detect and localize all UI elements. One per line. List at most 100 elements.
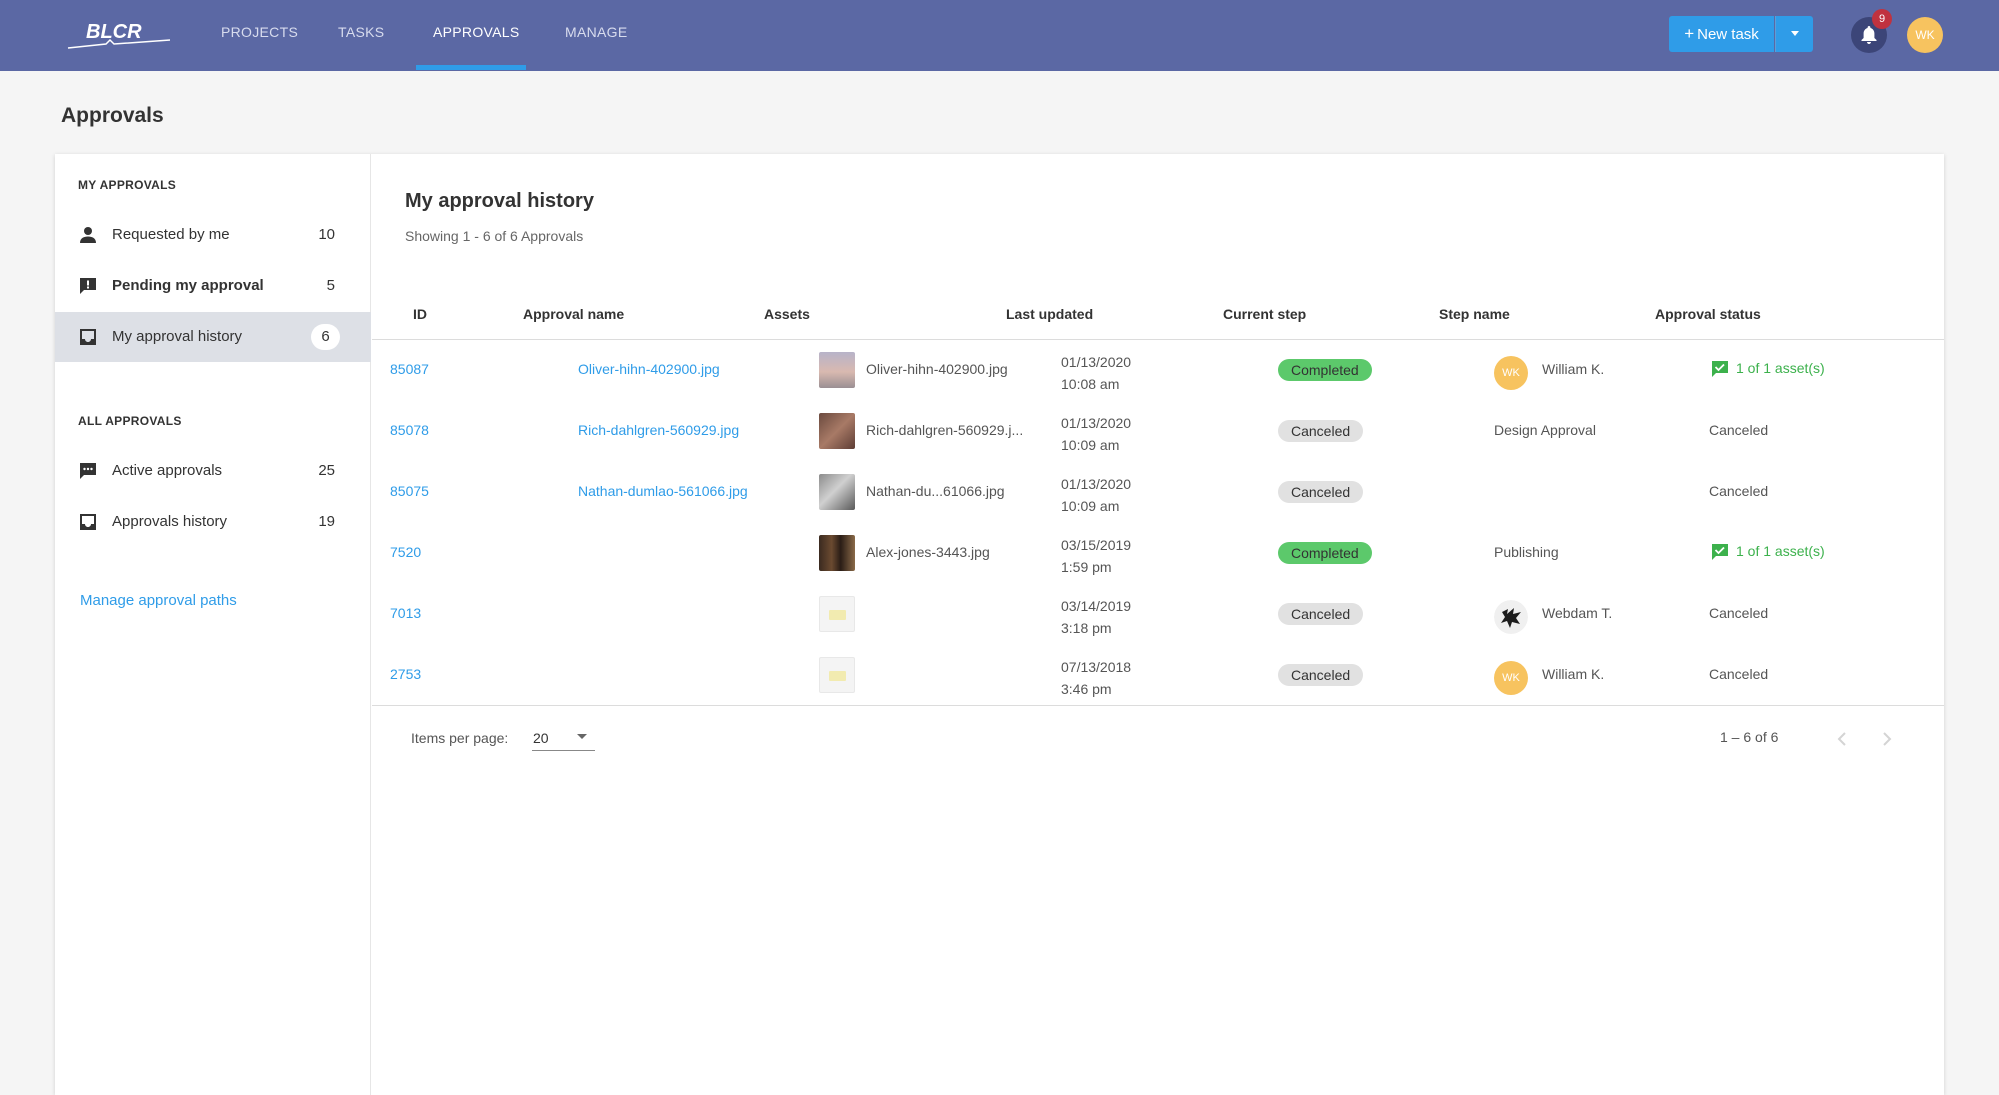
sidebar-item-label: My approval history bbox=[112, 328, 243, 345]
last-updated-date: 03/15/2019 bbox=[1061, 537, 1132, 553]
status-badge: Canceled bbox=[1278, 481, 1364, 503]
manage-approval-paths-link[interactable]: Manage approval paths bbox=[80, 592, 237, 609]
approval-name-link[interactable]: Nathan-dumlao-561066.jpg bbox=[578, 483, 748, 499]
status-badge: Canceled bbox=[1278, 420, 1364, 442]
items-per-page-value: 20 bbox=[533, 730, 549, 746]
notification-count-badge: 9 bbox=[1872, 9, 1892, 29]
brand-logo[interactable]: BLCR bbox=[66, 18, 176, 52]
sidebar-item-requested-by-me[interactable]: Requested by me 10 bbox=[55, 210, 371, 260]
svg-text:BLCR: BLCR bbox=[86, 21, 142, 43]
last-updated-time: 10:09 am bbox=[1061, 498, 1120, 514]
nav-projects[interactable]: PROJECTS bbox=[221, 0, 298, 71]
all-approvals-heading: ALL APPROVALS bbox=[78, 414, 182, 428]
last-updated-date: 03/14/2019 bbox=[1061, 598, 1132, 614]
approval-id-link[interactable]: 7520 bbox=[390, 544, 421, 560]
asset-thumbnail[interactable] bbox=[819, 474, 855, 510]
sidebar-item-approvals-history[interactable]: Approvals history 19 bbox=[55, 497, 371, 547]
sidebar-item-label: Pending my approval bbox=[112, 277, 264, 294]
approval-status[interactable]: 1 of 1 asset(s) bbox=[1736, 360, 1825, 376]
file-placeholder-icon bbox=[819, 596, 855, 632]
new-task-dropdown-button[interactable] bbox=[1775, 16, 1813, 52]
last-updated-time: 10:09 am bbox=[1061, 437, 1120, 453]
table-row[interactable]: 7520 Alex-jones-3443.jpg 03/15/2019 1:59 … bbox=[372, 527, 1944, 588]
approval-status: Canceled bbox=[1709, 605, 1769, 621]
last-updated-time: 3:46 pm bbox=[1061, 681, 1112, 697]
page-title: Approvals bbox=[61, 104, 164, 127]
approval-name-link[interactable]: Rich-dahlgren-560929.jpg bbox=[578, 422, 739, 438]
table-row[interactable]: 85075 Nathan-dumlao-561066.jpg Nathan-du… bbox=[372, 466, 1944, 527]
approval-status: Canceled bbox=[1709, 666, 1769, 682]
approved-check-icon bbox=[1712, 544, 1728, 560]
status-badge: Canceled bbox=[1278, 664, 1364, 686]
table-row[interactable]: 85087 Oliver-hihn-402900.jpg Oliver-hihn… bbox=[372, 344, 1944, 405]
asset-name: Rich-dahlgren-560929.j... bbox=[866, 422, 1024, 438]
approval-status: Canceled bbox=[1709, 422, 1769, 438]
approval-id-link[interactable]: 2753 bbox=[390, 666, 421, 682]
column-header-step-name[interactable]: Step name bbox=[1439, 306, 1510, 322]
items-per-page-label: Items per page: bbox=[411, 730, 509, 746]
approval-id-link[interactable]: 7013 bbox=[390, 605, 421, 621]
alert-message-icon bbox=[80, 278, 96, 294]
file-placeholder-icon bbox=[819, 657, 855, 693]
plus-icon: + bbox=[1684, 24, 1695, 43]
new-task-button[interactable]: + New task bbox=[1669, 16, 1774, 52]
column-header-id[interactable]: ID bbox=[413, 306, 427, 322]
status-badge: Completed bbox=[1278, 542, 1372, 564]
inbox-icon bbox=[80, 329, 96, 345]
sidebar-item-active-approvals[interactable]: Active approvals 25 bbox=[55, 446, 371, 496]
table-row[interactable]: 7013 03/14/2019 3:18 pm Canceled Webdam T… bbox=[372, 588, 1944, 649]
column-header-approval-status[interactable]: Approval status bbox=[1655, 306, 1761, 322]
approval-name-link[interactable]: Oliver-hihn-402900.jpg bbox=[578, 361, 720, 377]
sidebar-item-pending-my-approval[interactable]: Pending my approval 5 bbox=[55, 261, 371, 311]
new-task-label: New task bbox=[1697, 26, 1759, 43]
last-updated: 07/13/2018 3:46 pm bbox=[1061, 656, 1131, 700]
column-header-assets[interactable]: Assets bbox=[764, 306, 810, 322]
caret-down-icon bbox=[577, 734, 587, 739]
approvals-sidebar: MY APPROVALS Requested by me 10 Pending … bbox=[55, 154, 371, 1095]
caret-down-icon bbox=[1791, 31, 1799, 36]
approval-id-link[interactable]: 85078 bbox=[390, 422, 429, 438]
asset-thumbnail[interactable] bbox=[819, 413, 855, 449]
chevron-right-icon[interactable] bbox=[1877, 729, 1897, 749]
last-updated-date: 01/13/2020 bbox=[1061, 476, 1132, 492]
user-avatar[interactable]: WK bbox=[1907, 17, 1943, 53]
chevron-left-icon[interactable] bbox=[1832, 729, 1852, 749]
step-name: William K. bbox=[1542, 666, 1605, 682]
approval-id-link[interactable]: 85075 bbox=[390, 483, 429, 499]
person-icon bbox=[80, 227, 96, 243]
section-title: My approval history bbox=[405, 190, 594, 212]
nav-tasks[interactable]: TASKS bbox=[338, 0, 384, 71]
asset-thumbnail[interactable] bbox=[819, 535, 855, 571]
results-summary: Showing 1 - 6 of 6 Approvals bbox=[405, 228, 584, 244]
nav-manage[interactable]: MANAGE bbox=[565, 0, 627, 71]
table-header-divider bbox=[372, 339, 1944, 340]
step-name: Webdam T. bbox=[1542, 605, 1613, 621]
table-row[interactable]: 85078 Rich-dahlgren-560929.jpg Rich-dahl… bbox=[372, 405, 1944, 466]
approvals-card: MY APPROVALS Requested by me 10 Pending … bbox=[55, 154, 1944, 1095]
asset-thumbnail[interactable] bbox=[819, 352, 855, 388]
last-updated-time: 1:59 pm bbox=[1061, 559, 1112, 575]
top-navigation-bar: BLCR PROJECTS TASKS APPROVALS MANAGE + Ne… bbox=[0, 0, 1999, 71]
sidebar-item-my-approval-history[interactable]: My approval history 6 bbox=[55, 312, 371, 362]
nav-active-indicator bbox=[416, 65, 526, 70]
approval-id-link[interactable]: 85087 bbox=[390, 361, 429, 377]
approval-status[interactable]: 1 of 1 asset(s) bbox=[1736, 543, 1825, 559]
sidebar-item-count: 19 bbox=[318, 513, 335, 530]
nav-approvals[interactable]: APPROVALS bbox=[433, 0, 519, 71]
items-per-page-select[interactable]: 20 bbox=[532, 723, 595, 751]
avatar bbox=[1494, 600, 1528, 634]
last-updated-date: 01/13/2020 bbox=[1061, 415, 1132, 431]
status-badge: Completed bbox=[1278, 359, 1372, 381]
last-updated: 03/14/2019 3:18 pm bbox=[1061, 595, 1131, 639]
asset-name: Alex-jones-3443.jpg bbox=[866, 544, 990, 560]
last-updated: 01/13/2020 10:08 am bbox=[1061, 351, 1131, 395]
table-row[interactable]: 2753 07/13/2018 3:46 pm Canceled WK Willi… bbox=[372, 649, 1944, 710]
my-approvals-heading: MY APPROVALS bbox=[78, 178, 177, 192]
column-header-approval-name[interactable]: Approval name bbox=[523, 306, 624, 322]
column-header-current-step[interactable]: Current step bbox=[1223, 306, 1306, 322]
step-name: Design Approval bbox=[1494, 422, 1596, 438]
pagination-range: 1 – 6 of 6 bbox=[1720, 729, 1779, 745]
status-badge: Canceled bbox=[1278, 603, 1364, 625]
column-header-last-updated[interactable]: Last updated bbox=[1006, 306, 1093, 322]
step-name: William K. bbox=[1542, 361, 1605, 377]
